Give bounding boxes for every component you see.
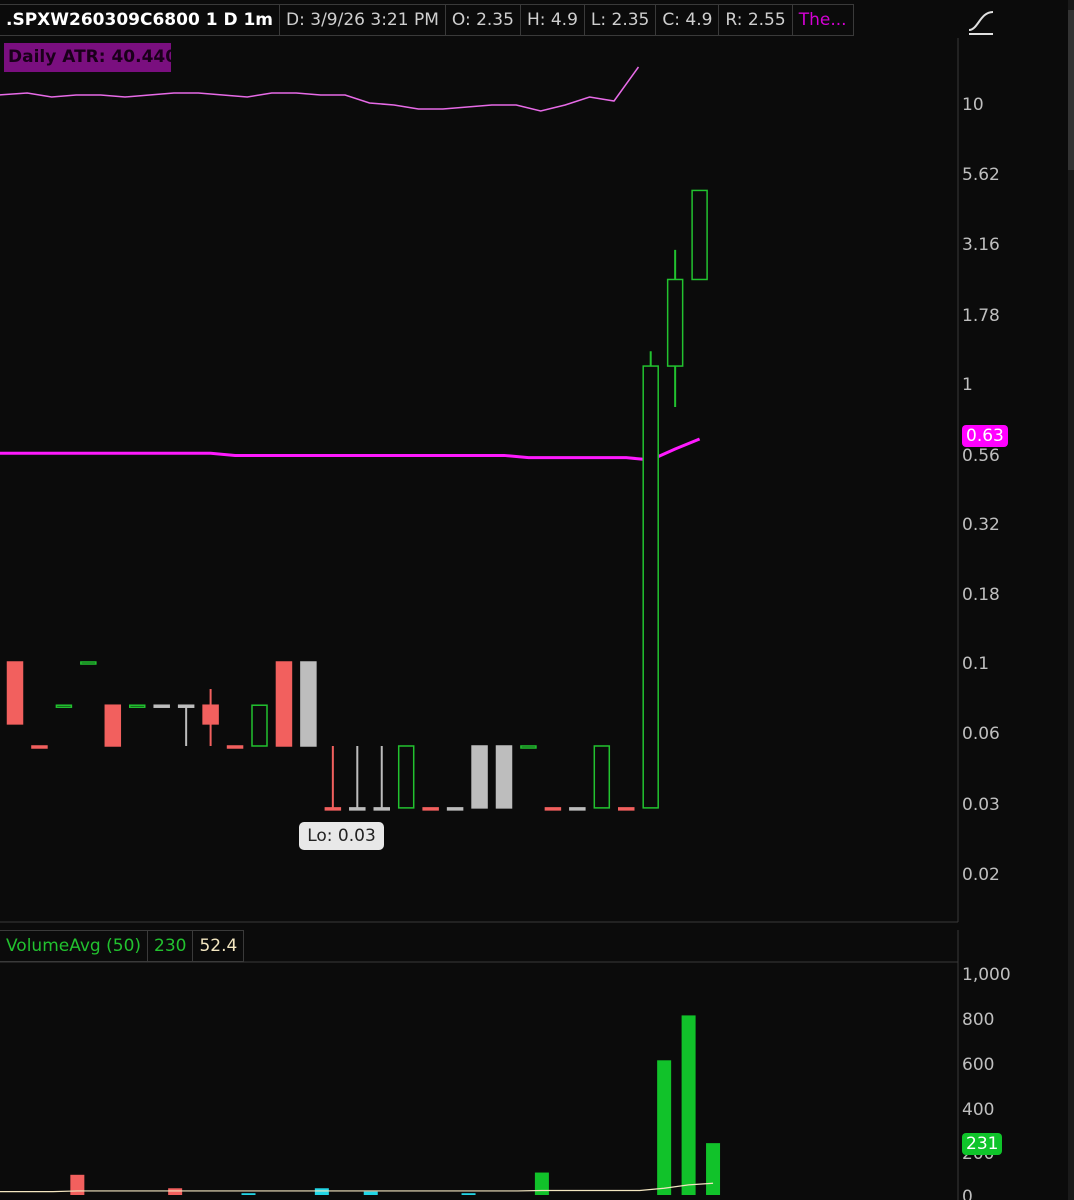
candle-body — [422, 807, 439, 811]
date-label: D: 3/9/26 3:21 PM — [280, 4, 446, 36]
volume-bar — [534, 1172, 549, 1195]
price-tick-label: 0.56 — [962, 446, 1000, 466]
volume-tick-label: 600 — [962, 1055, 994, 1075]
candle-body — [471, 745, 488, 809]
scrollbar-track[interactable] — [1068, 0, 1074, 1200]
moving-average-line — [0, 437, 701, 462]
volume-bar — [681, 1015, 696, 1195]
volume-bar — [706, 1143, 721, 1195]
volume-bar — [70, 1174, 85, 1195]
candle-body — [569, 807, 586, 811]
chart-canvas[interactable]: 10 5.62 3.16 1.78 1 0.56 0.32 0.18 0.1 0.06 0.03 0.… — [0, 0, 1074, 1200]
price-tick-label: 0.02 — [962, 865, 1000, 885]
price-tick-label: 5.62 — [962, 165, 1000, 185]
candle-body — [397, 745, 415, 809]
candle-body — [55, 704, 73, 708]
low-label: L: 2.35 — [584, 4, 657, 36]
candle-body — [153, 704, 170, 708]
symbol-label[interactable]: .SPXW260309C6800 1 D 1m — [0, 4, 281, 36]
price-tick-label: 0.18 — [962, 585, 1000, 605]
candle-body — [226, 745, 244, 749]
candle-body — [544, 807, 562, 811]
candle-body — [251, 704, 268, 747]
daily-atr-label: Daily ATR: 40.4403 — [4, 43, 171, 72]
atr-line — [0, 66, 640, 112]
volume-value: 230 — [148, 930, 194, 962]
volume-tick-label: 400 — [962, 1100, 994, 1120]
volume-bar — [461, 1193, 476, 1195]
candle-body — [300, 661, 317, 747]
candle-body — [666, 278, 684, 367]
volume-header: VolumeAvg (50) 230 52.4 — [0, 930, 245, 962]
volume-tick-label: 1,000 — [962, 965, 1011, 985]
candle-body — [593, 745, 611, 809]
candle-body — [129, 704, 146, 708]
price-tick-label: 0.1 — [962, 654, 989, 674]
candle-body — [349, 807, 366, 811]
candle-body — [104, 704, 122, 747]
candle-body — [520, 745, 537, 749]
price-tick-label: 1.78 — [962, 306, 1000, 326]
price-tick-label: 0.32 — [962, 515, 1000, 535]
candle-body — [373, 807, 390, 811]
price-tick-label: 0.03 — [962, 795, 1000, 815]
scrollbar-thumb[interactable] — [1068, 10, 1074, 170]
volume-bar — [363, 1191, 378, 1195]
volume-badge: 231 — [962, 1133, 1003, 1155]
candle-body — [6, 661, 24, 725]
candle-body — [31, 745, 48, 749]
volume-study-label[interactable]: VolumeAvg (50) — [0, 930, 149, 962]
volume-tick-label: 0 — [962, 1187, 973, 1200]
candle-body — [618, 807, 635, 811]
low-bubble: Lo: 0.03 — [299, 822, 384, 850]
candle-body — [177, 704, 195, 708]
price-tick-label: 10 — [962, 95, 984, 115]
volume-bar — [168, 1188, 183, 1195]
high-label: H: 4.9 — [520, 4, 585, 36]
daily-atr-text: Daily ATR: 40.4403 — [8, 47, 171, 67]
open-label: O: 2.35 — [445, 4, 521, 36]
volume-average-line — [0, 1182, 714, 1193]
study-label[interactable]: The... — [792, 4, 854, 36]
ma-price-badge: 0.63 — [962, 425, 1008, 447]
volume-bar — [314, 1188, 329, 1195]
candle-body — [324, 807, 342, 811]
candle-body — [275, 661, 293, 747]
candle-body — [495, 745, 513, 809]
price-tick-label: 0.06 — [962, 724, 1000, 744]
range-label: R: 2.55 — [719, 4, 793, 36]
volume-avg-value: 52.4 — [193, 930, 245, 962]
volume-bar — [657, 1060, 672, 1195]
close-label: C: 4.9 — [656, 4, 720, 36]
candle-body — [202, 704, 219, 725]
chart-header: .SPXW260309C6800 1 D 1m D: 3/9/26 3:21 P… — [0, 4, 854, 36]
price-tick-label: 1 — [962, 375, 973, 395]
candle-body — [446, 807, 464, 811]
curve-style-icon[interactable] — [966, 6, 996, 36]
volume-bar — [241, 1193, 256, 1195]
price-tick-label: 3.16 — [962, 235, 1000, 255]
candle-body — [691, 189, 708, 281]
candle-body — [642, 365, 659, 809]
volume-tick-label: 800 — [962, 1010, 994, 1030]
candle-body — [80, 661, 97, 665]
